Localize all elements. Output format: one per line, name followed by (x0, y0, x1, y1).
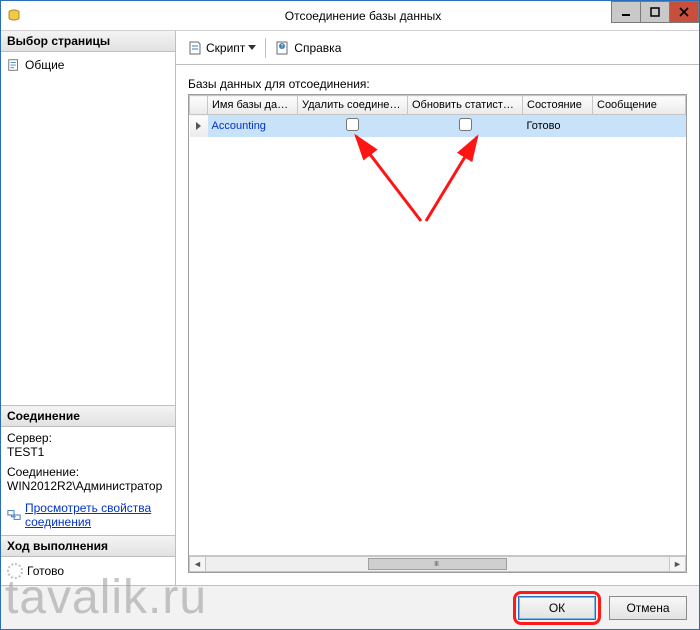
cell-update-stats (408, 115, 523, 138)
window-title: Отсоединение базы данных (27, 9, 699, 23)
help-button[interactable]: ? Справка (272, 38, 344, 58)
script-button[interactable]: Скрипт (184, 38, 259, 58)
progress-state: Готово (27, 564, 64, 578)
maximize-button[interactable] (640, 1, 670, 23)
toolbar: Скрипт ? Справка (176, 31, 699, 65)
table-row[interactable]: Accounting Готово (190, 115, 686, 138)
chevron-down-icon (248, 45, 256, 50)
connection-info: Сервер: TEST1 Соединение: WIN2012R2\Адми… (1, 427, 175, 535)
col-row-handle (190, 96, 208, 115)
col-drop-conn[interactable]: Удалить соединения (298, 96, 408, 115)
horizontal-scrollbar[interactable]: ◄ Ⅲ ► (189, 555, 686, 572)
progress-header: Ход выполнения (1, 535, 175, 557)
cancel-button[interactable]: Отмена (609, 596, 687, 620)
ok-emphasis-annotation: ОК (513, 591, 601, 625)
scroll-right-icon[interactable]: ► (669, 556, 686, 572)
server-label: Сервер: (7, 431, 169, 445)
dialog-footer: ОК Отмена (1, 585, 699, 629)
close-button[interactable] (669, 1, 699, 23)
help-label: Справка (294, 41, 341, 55)
cell-state: Готово (523, 115, 593, 138)
main-panel: Скрипт ? Справка Базы данных для отсоеди… (176, 31, 699, 585)
script-icon (187, 40, 203, 56)
connection-icon (7, 508, 21, 522)
grid-title: Базы данных для отсоединения: (188, 77, 687, 91)
drop-conn-checkbox[interactable] (346, 118, 359, 131)
scroll-thumb[interactable]: Ⅲ (368, 558, 507, 570)
ok-button[interactable]: ОК (518, 596, 596, 620)
col-db-name[interactable]: Имя базы данн... (208, 96, 298, 115)
update-stats-checkbox[interactable] (459, 118, 472, 131)
progress-ring-icon (7, 563, 23, 579)
scroll-left-icon[interactable]: ◄ (189, 556, 206, 572)
col-update-stats[interactable]: Обновить статистику (408, 96, 523, 115)
script-label: Скрипт (206, 41, 245, 55)
progress-row: Готово (7, 561, 169, 581)
login-value: WIN2012R2\Администратор (7, 479, 169, 493)
view-connection-props-link[interactable]: Просмотреть свойства соединения (7, 499, 169, 531)
minimize-button[interactable] (611, 1, 641, 23)
svg-text:?: ? (281, 44, 284, 50)
page-icon (7, 58, 21, 72)
row-handle[interactable] (190, 115, 208, 138)
connection-header: Соединение (1, 405, 175, 427)
cell-message (593, 115, 686, 138)
databases-grid[interactable]: Имя базы данн... Удалить соединения Обно… (188, 94, 687, 573)
cell-db-name: Accounting (208, 115, 298, 138)
login-label: Соединение: (7, 465, 169, 479)
sidebar: Выбор страницы Общие Соединение Сервер: … (1, 31, 176, 585)
page-select-header: Выбор страницы (1, 31, 175, 52)
help-icon: ? (275, 40, 291, 56)
view-conn-label: Просмотреть свойства соединения (25, 501, 169, 529)
server-value: TEST1 (7, 445, 169, 459)
col-state[interactable]: Состояние (523, 96, 593, 115)
sidebar-item-general[interactable]: Общие (7, 56, 169, 74)
sidebar-item-label: Общие (25, 58, 64, 72)
col-message[interactable]: Сообщение (593, 96, 686, 115)
cell-drop-conn (298, 115, 408, 138)
titlebar: Отсоединение базы данных (1, 1, 699, 31)
app-icon (6, 8, 22, 24)
